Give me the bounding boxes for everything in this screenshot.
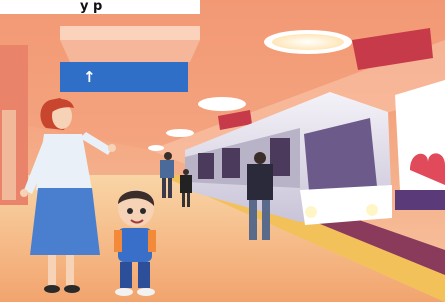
billboard — [395, 80, 445, 200]
billboard-base — [395, 190, 445, 210]
arrow-up-icon: ↑ — [83, 68, 96, 86]
train-window — [222, 148, 240, 178]
headlight — [366, 204, 378, 216]
ceiling-lamp — [166, 129, 194, 137]
heading-text: y p — [80, 0, 102, 14]
pillar-panel — [2, 110, 16, 200]
ceiling-beam — [60, 26, 200, 40]
direction-sign — [60, 62, 188, 92]
ceiling-lamp-glow — [272, 34, 344, 50]
train-front — [300, 185, 392, 225]
train-window — [198, 153, 214, 179]
ceiling-lamp — [148, 145, 164, 151]
ceiling-lamp — [198, 97, 246, 111]
headlight — [305, 206, 317, 218]
ceiling-beam-lower — [60, 40, 200, 62]
metro-station-scene: y p ↑ — [0, 0, 445, 302]
illustration: y p ↑ — [0, 0, 445, 302]
